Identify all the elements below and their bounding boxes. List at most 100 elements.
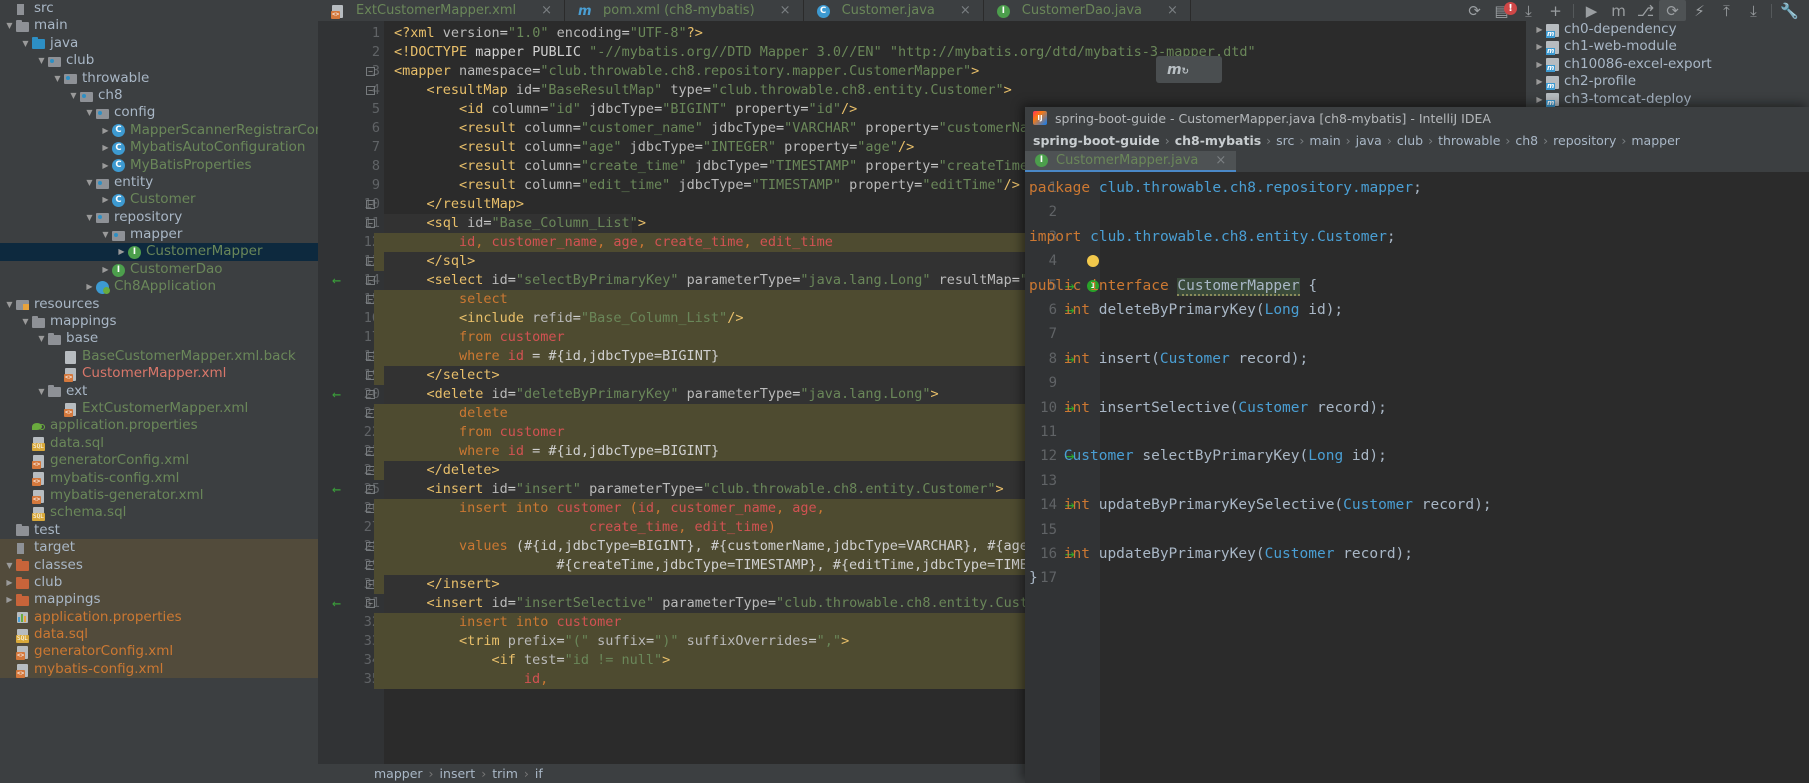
breadcrumb-item[interactable]: mapper	[374, 766, 423, 781]
tree-item[interactable]: <> mybatis-config.xml	[0, 470, 318, 487]
chevron-down-icon[interactable]: ▼	[52, 70, 63, 87]
tree-item[interactable]: ▼ entity	[0, 174, 318, 191]
tree-item[interactable]: ▼ club	[0, 52, 318, 69]
toggle-offline-icon[interactable]: ⟳	[1659, 0, 1686, 21]
tree-item[interactable]: ▼ java	[0, 35, 318, 52]
tree-item[interactable]: <> generatorConfig.xml	[0, 643, 318, 661]
tree-item[interactable]: <> mybatis-generator.xml	[0, 487, 318, 504]
close-icon[interactable]: ×	[960, 3, 971, 18]
tree-item[interactable]: SQL data.sql	[0, 435, 318, 452]
tree-item[interactable]: ▶C MapperScannerRegistrarConfiguration	[0, 122, 318, 139]
tree-item[interactable]: ▼ resources	[0, 296, 318, 313]
tree-item[interactable]: ▶ club	[0, 573, 318, 592]
tree-item[interactable]: BaseCustomerMapper.xml.back	[0, 348, 318, 365]
chevron-right-icon[interactable]: ▶	[1534, 91, 1545, 108]
fold-toggle-icon[interactable]: −	[366, 276, 375, 285]
navigation-bar[interactable]: spring-boot-guide › ch8-mybatis › src › main › j…	[1025, 129, 1809, 151]
tree-item[interactable]: test	[0, 522, 318, 539]
tree-item[interactable]: ▼ config	[0, 104, 318, 121]
maven-project-item[interactable]: ▶ ch10086-excel-export	[1526, 56, 1809, 73]
crumb-item[interactable]: ch8	[1515, 133, 1538, 148]
chevron-right-icon[interactable]: ▶	[1534, 21, 1545, 38]
navigate-to-method-icon[interactable]: ←	[332, 385, 341, 404]
close-icon[interactable]: ×	[1167, 3, 1178, 18]
customer-mapper-java-window[interactable]: spring-boot-guide - CustomerMapper.java …	[1025, 107, 1809, 783]
close-icon[interactable]: ×	[1215, 153, 1226, 168]
tree-item[interactable]: ▼ classes	[0, 556, 318, 574]
chevron-down-icon[interactable]: ▼	[84, 104, 95, 121]
chevron-right-icon[interactable]: ▶	[116, 243, 127, 260]
crumb-item[interactable]: mapper	[1631, 133, 1680, 148]
crumb-item[interactable]: main	[1309, 133, 1340, 148]
fold-toggle-icon[interactable]: −	[366, 485, 375, 494]
chevron-down-icon[interactable]: ▼	[20, 35, 31, 52]
maven-project-item[interactable]: ▶ ch1-web-module	[1526, 38, 1809, 56]
crumb-item[interactable]: club	[1397, 133, 1423, 148]
chevron-down-icon[interactable]: ▼	[84, 209, 95, 226]
tree-item[interactable]: ▶ C Customer	[0, 191, 318, 208]
navigate-to-method-icon[interactable]: ←	[332, 480, 341, 499]
tree-item[interactable]: <> ExtCustomerMapper.xml	[0, 400, 318, 417]
chevron-right-icon[interactable]: ▶	[100, 191, 111, 208]
tree-item[interactable]: <> CustomerMapper.xml	[0, 365, 318, 382]
tree-item[interactable]: SQL schema.sql	[0, 504, 318, 522]
collapse-icon[interactable]: ⤓	[1740, 0, 1767, 21]
download-icon[interactable]: ⤓	[1515, 0, 1542, 21]
chevron-right-icon[interactable]: ▶	[1534, 73, 1545, 90]
chevron-right-icon[interactable]: ▶	[84, 278, 95, 295]
tree-item[interactable]: ▶ I CustomerMapper	[0, 243, 318, 261]
editor-tab[interactable]: I CustomerDao.java ×	[984, 0, 1191, 21]
chevron-down-icon[interactable]: ▼	[100, 226, 111, 243]
add-icon[interactable]: +	[1542, 0, 1569, 21]
tree-item[interactable]: ▼ throwable	[0, 70, 318, 87]
breadcrumb-item[interactable]: if	[535, 766, 543, 781]
close-icon[interactable]: ×	[541, 3, 552, 18]
java-editor[interactable]: 1 2 3 4 5 → 1 6 → 7 8 → 9 10 → 11 12 → 13 14 → 15 16 → 17 packag…	[1025, 172, 1809, 783]
fold-toggle-icon[interactable]: −	[366, 67, 375, 76]
crumb-item[interactable]: spring-boot-guide	[1033, 133, 1160, 148]
execute-icon[interactable]: ⚡	[1686, 0, 1713, 21]
chevron-right-icon[interactable]: ▶	[1534, 38, 1545, 55]
intention-bulb-icon[interactable]	[1087, 255, 1099, 268]
error-badge[interactable]: !	[1504, 2, 1517, 15]
tree-item[interactable]: <> mybatis-config.xml	[0, 660, 318, 679]
fold-toggle-icon[interactable]: −	[366, 200, 375, 209]
tree-item[interactable]: ▼ mappings	[0, 313, 318, 330]
chevron-down-icon[interactable]: ▼	[36, 383, 47, 400]
maven-project-item[interactable]: ▶ ch2-profile	[1526, 73, 1809, 90]
popup-tab-bar[interactable]: I CustomerMapper.java ×	[1025, 151, 1809, 172]
tree-item[interactable]: ▶ I CustomerDao	[0, 261, 318, 278]
tree-item[interactable]: application.properties	[0, 608, 318, 627]
maven-project-item[interactable]: ▶ ch3-tomcat-deploy	[1526, 91, 1809, 108]
chevron-down-icon[interactable]: ▼	[68, 87, 79, 104]
chevron-right-icon[interactable]: ▶	[100, 157, 111, 174]
breadcrumb-item[interactable]: insert	[440, 766, 476, 781]
chevron-right-icon[interactable]: ▶	[100, 261, 111, 278]
chevron-down-icon[interactable]: ▼	[4, 557, 15, 574]
run-icon[interactable]: ▶	[1578, 0, 1605, 21]
tree-item[interactable]: <> generatorConfig.xml	[0, 452, 318, 469]
tree-item[interactable]: ▼ mapper	[0, 226, 318, 243]
reload-icon[interactable]: ⟳	[1461, 0, 1488, 21]
chevron-down-icon[interactable]: ▼	[4, 17, 15, 34]
tree-item[interactable]: application.properties	[0, 417, 318, 434]
tree-item[interactable]: target	[0, 539, 318, 557]
popup-gutter[interactable]: 1 2 3 4 5 → 1 6 → 7 8 → 9 10 → 11 12 → 13 14 → 15 16 → 17	[1025, 172, 1100, 783]
maven-project-item[interactable]: ▶ ch0-dependency	[1526, 21, 1809, 38]
chevron-down-icon[interactable]: ▼	[84, 174, 95, 191]
fold-toggle-icon[interactable]: −	[366, 599, 375, 608]
chevron-right-icon[interactable]: ▶	[1534, 56, 1545, 73]
editor-tab[interactable]: m pom.xml (ch8-mybatis) ×	[565, 0, 804, 21]
m-reload-icon[interactable]: m↻	[1167, 62, 1189, 78]
tab-customer-mapper-java[interactable]: I CustomerMapper.java ×	[1025, 151, 1237, 172]
chevron-down-icon[interactable]: ▼	[36, 330, 47, 347]
fold-toggle-icon[interactable]: −	[366, 86, 375, 95]
editor-tab[interactable]: <> ExtCustomerMapper.xml ×	[318, 0, 565, 21]
tree-item[interactable]: ▶ mappings	[0, 591, 318, 609]
chevron-right-icon[interactable]: ▶	[100, 122, 111, 139]
skip-tests-icon[interactable]: ⎇	[1632, 0, 1659, 21]
chevron-right-icon[interactable]: ▶	[100, 139, 111, 156]
tree-item[interactable]: ▶ C MyBatisProperties	[0, 157, 318, 174]
maven-reload-popup[interactable]: m↻	[1156, 56, 1222, 83]
tree-item[interactable]: ▶ Ch8Application	[0, 278, 318, 295]
